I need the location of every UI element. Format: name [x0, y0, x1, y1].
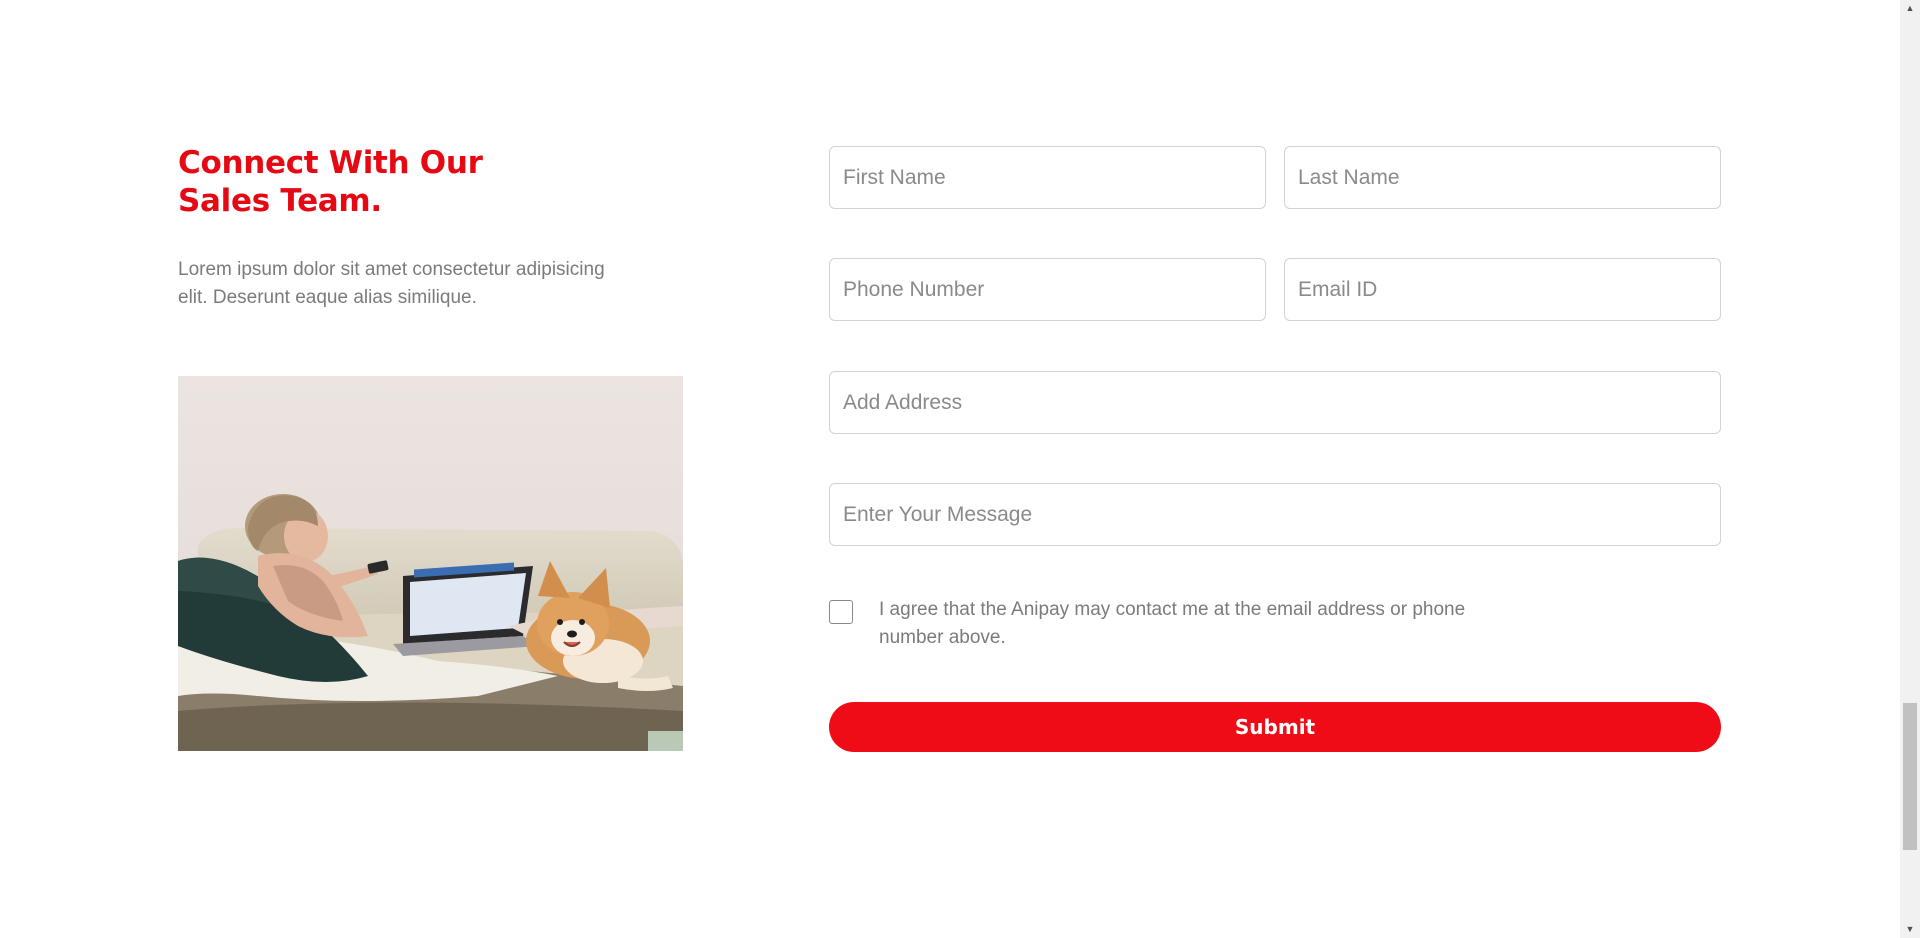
chevron-down-icon[interactable]: ▼	[1900, 921, 1920, 938]
address-input[interactable]	[829, 371, 1721, 434]
intro-text: Lorem ipsum dolor sit amet consectetur a…	[178, 259, 605, 308]
contact-section: Connect With Our Sales Team. Lorem ipsum…	[0, 0, 1900, 938]
first-name-input[interactable]	[829, 146, 1266, 209]
heading-line-2: Sales Team.	[178, 183, 382, 219]
chevron-up-icon[interactable]: ▲	[1900, 0, 1920, 17]
vertical-scrollbar[interactable]: ▲ ▼	[1900, 0, 1920, 938]
submit-button[interactable]: Submit	[829, 702, 1721, 752]
scrollbar-thumb[interactable]	[1903, 703, 1917, 850]
consent-checkbox[interactable]	[829, 600, 853, 624]
page: Connect With Our Sales Team. Lorem ipsum…	[0, 0, 1920, 938]
heading-line-1: Connect With Our	[178, 145, 483, 181]
email-input[interactable]	[1284, 258, 1721, 321]
last-name-input[interactable]	[1284, 146, 1721, 209]
phone-number-input[interactable]	[829, 258, 1266, 321]
consent-text: I agree that the Anipay may contact me a…	[879, 599, 1466, 648]
message-input[interactable]	[829, 483, 1721, 546]
section-heading: Connect With Our Sales Team.	[178, 144, 483, 220]
woman-with-dog-photo	[178, 376, 683, 751]
